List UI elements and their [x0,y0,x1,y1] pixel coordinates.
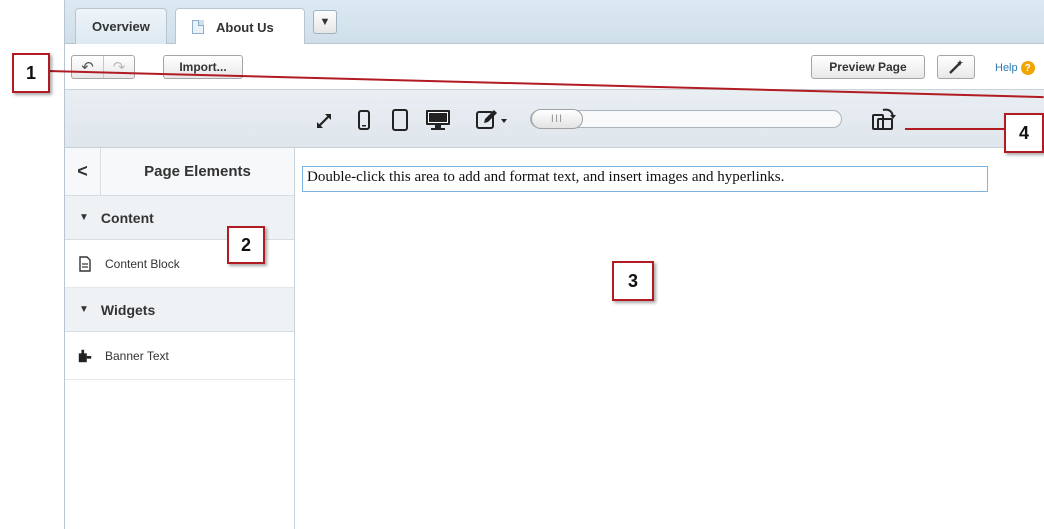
page-canvas[interactable]: Double-click this area to add and format… [295,148,1044,529]
section-widgets[interactable]: ▼ Widgets [65,288,294,332]
callout-4-line [905,128,1004,130]
rotate-icon[interactable] [871,106,901,132]
element-banner-text[interactable]: Banner Text [65,332,294,380]
caret-down-icon: ▼ [79,304,89,315]
page-elements-header: < Page Elements [65,147,294,196]
edit-dropdown-icon[interactable] [475,108,509,130]
content-text-area[interactable]: Double-click this area to add and format… [302,166,988,192]
desktop-icon[interactable] [425,109,451,131]
preview-page-button[interactable]: Preview Page [811,55,925,79]
tab-overview[interactable]: Overview [75,8,167,44]
phone-icon[interactable] [357,110,371,130]
caret-down-icon: ▼ [79,212,89,223]
tablet-icon[interactable] [391,109,409,131]
zoom-slider-thumb[interactable]: III [531,109,583,129]
callout-1: 1 [12,53,50,93]
callout-4: 4 [1004,113,1044,153]
tab-about-us[interactable]: About Us [175,8,305,45]
tab-overview-label: Overview [92,19,150,34]
wand-icon [949,60,963,74]
tab-bar: Overview About Us ▼ [65,0,1044,45]
page-elements-panel: < Page Elements ▼ Content Content Block … [65,147,295,529]
help-label: Help [995,62,1018,74]
collapse-panel-button[interactable]: < [65,147,101,196]
section-content-label: Content [100,209,154,226]
undo-icon[interactable]: ↶ [72,56,103,78]
tab-about-us-label: About Us [216,19,274,35]
element-banner-text-label: Banner Text [105,348,169,363]
page-icon [192,20,204,34]
section-widgets-label: Widgets [100,301,156,318]
site-builder-window: Overview About Us ▼ ↶ ↷ Import... Previe… [64,0,1044,529]
chevron-down-icon: ▼ [319,16,331,28]
help-link[interactable]: Help ? [995,61,1035,75]
expand-icon[interactable] [315,112,333,130]
chevron-left-icon: < [77,161,88,181]
page-elements-title: Page Elements [144,163,251,180]
element-content-block-label: Content Block [105,256,180,271]
tab-menu-button[interactable]: ▼ [313,10,337,34]
widget-icon [78,349,92,362]
device-toolbar: III [65,90,1044,148]
redo-icon[interactable]: ↷ [102,56,134,78]
help-icon: ? [1020,61,1035,75]
callout-3: 3 [612,261,654,301]
document-icon [79,255,91,272]
callout-2: 2 [227,226,265,264]
undo-redo-group: ↶ ↷ [71,55,135,79]
wand-button[interactable] [937,55,975,79]
